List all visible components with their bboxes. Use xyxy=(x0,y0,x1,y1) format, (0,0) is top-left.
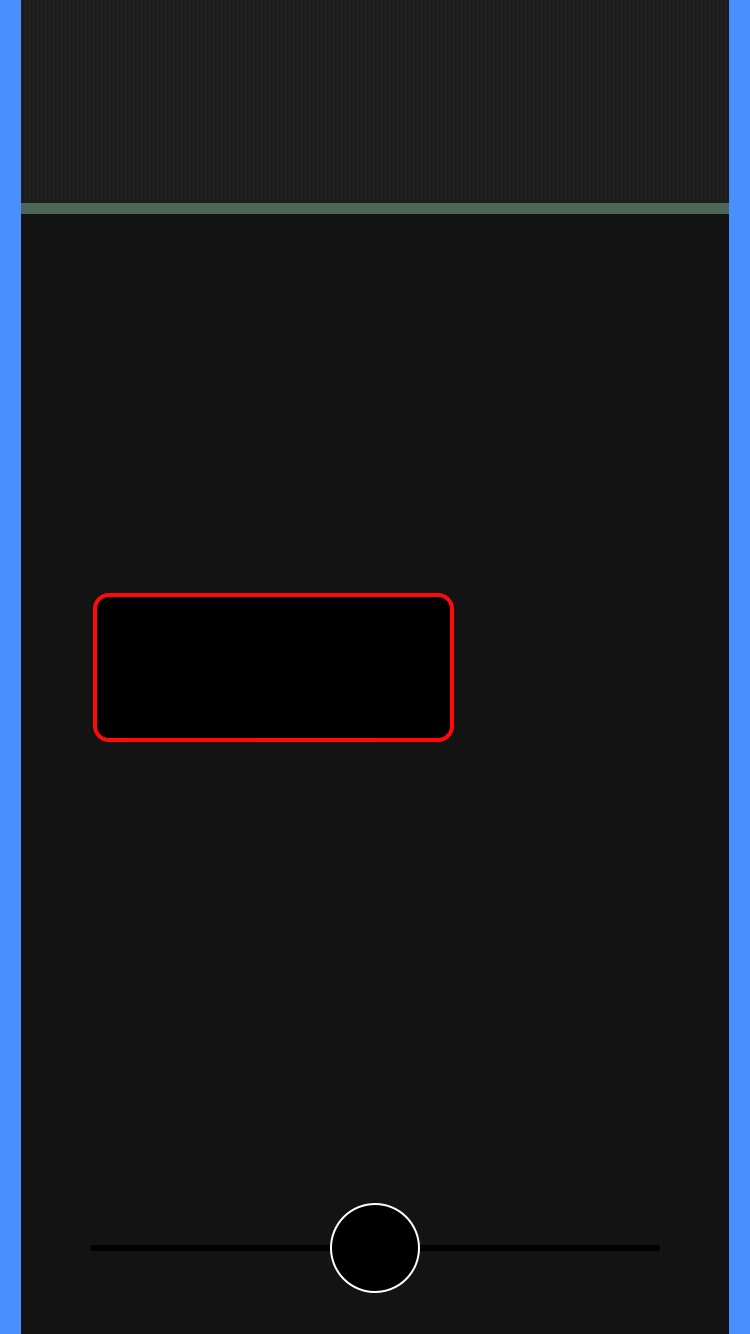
slider[interactable] xyxy=(90,1202,660,1294)
header-divider xyxy=(21,203,729,214)
top-panel xyxy=(21,0,729,203)
slider-thumb[interactable] xyxy=(330,1203,420,1293)
content-area xyxy=(21,214,729,1334)
highlighted-box[interactable] xyxy=(93,593,454,742)
app-screen xyxy=(21,0,729,1334)
